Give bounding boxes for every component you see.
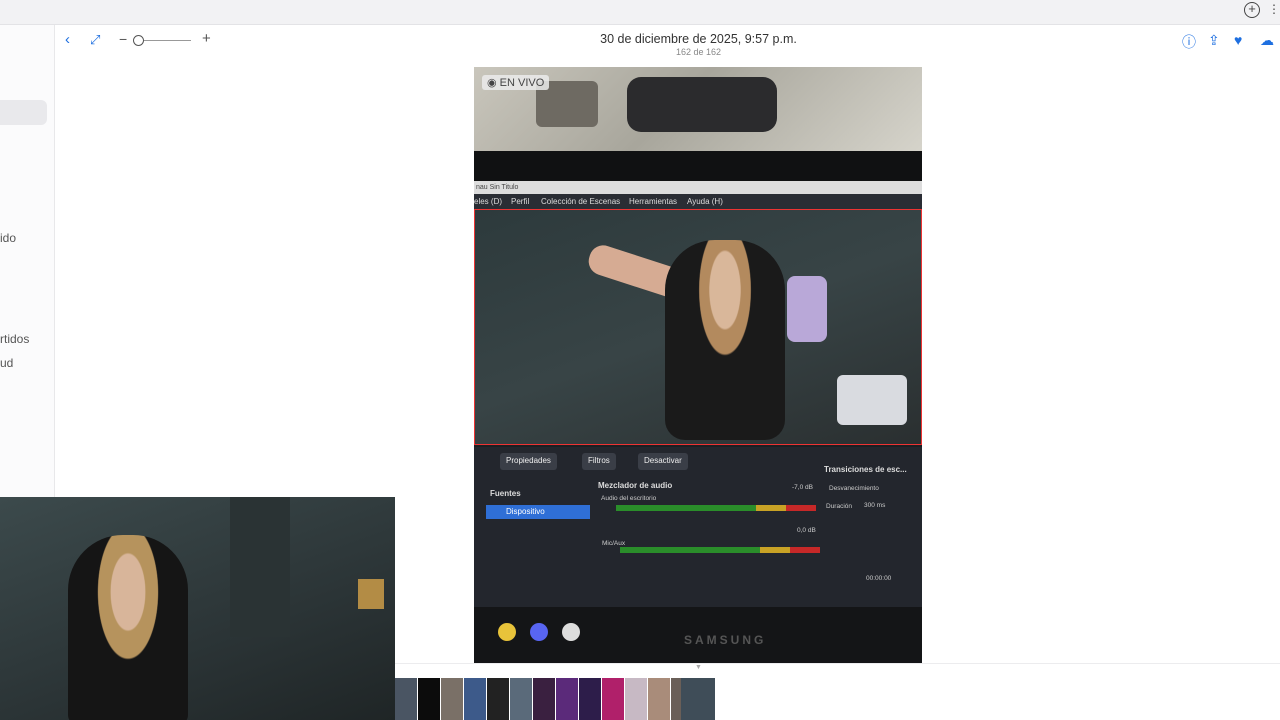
zoom-out-icon[interactable]: − <box>119 31 127 47</box>
zoom-in-icon[interactable]: + <box>202 30 211 47</box>
obs-mic-meter <box>620 547 820 553</box>
scene-cup <box>837 375 907 425</box>
obs-menu-item: eles (D) <box>474 197 503 206</box>
obs-desktop-audio-label: Audio del escritorio <box>601 495 657 502</box>
chrome-icon <box>498 623 516 641</box>
pip-wall-photo <box>358 579 384 609</box>
obs-desktop-meter <box>616 505 816 511</box>
live-badge[interactable]: ◉ EN VIVO <box>482 75 550 90</box>
obs-filters-button: Filtros <box>582 453 616 470</box>
obs-mic-db: 0,0 dB <box>797 527 816 534</box>
zoom-slider-knob[interactable] <box>133 35 144 46</box>
title-bar: + ⋮ <box>0 0 1280 25</box>
webcam-overlay <box>0 497 395 720</box>
info-icon[interactable]: ⓘ <box>1182 32 1196 52</box>
sidebar-item-label[interactable]: ud <box>0 356 13 370</box>
obs-menu-item: Herramientas <box>629 197 678 206</box>
more-icon[interactable]: ⋮ <box>1268 2 1280 16</box>
filmstrip-thumbnail[interactable] <box>625 678 647 720</box>
obs-menu-item: Perfil <box>511 197 530 206</box>
sidebar: ido rtidos ud <box>0 25 55 497</box>
back-icon[interactable]: ‹ <box>65 32 70 48</box>
obs-transitions-label: Transiciones de esc... <box>824 465 907 474</box>
filmstrip-thumbnail[interactable] <box>441 678 463 720</box>
obs-mic-label: Mic/Aux <box>602 540 626 547</box>
obs-transition-value: Desvanecimiento <box>829 485 879 492</box>
obs-controls-panel: Propiedades Filtros Desactivar Fuentes D… <box>474 447 922 607</box>
filmstrip-thumbnail[interactable] <box>533 678 555 720</box>
filmstrip-thumbnail[interactable] <box>418 678 440 720</box>
filmstrip-thumbnail[interactable] <box>648 678 670 720</box>
obs-menu-bar: eles (D) Perfil Colección de Escenas Her… <box>474 194 922 209</box>
sidebar-selected-item[interactable] <box>0 100 47 125</box>
photo-date-title: 30 de diciembre de 2025, 9:57 p.m. <box>600 32 797 46</box>
main-photo[interactable]: ◉ EN VIVO nau Sin Titulo eles (D) Perfil… <box>474 67 922 663</box>
sidebar-item-label[interactable]: rtidos <box>0 332 29 346</box>
filmstrip-thumbnail[interactable] <box>579 678 601 720</box>
obs-menu-item: Ayuda (H) <box>687 197 723 206</box>
obs-timecode: 00:00:00 <box>866 575 892 582</box>
webcam-right <box>627 77 777 132</box>
obs-source-item: Dispositivo <box>486 505 590 519</box>
filmstrip-thumbnail[interactable] <box>602 678 624 720</box>
filmstrip-marker-icon: ▼ <box>695 664 702 671</box>
add-icon[interactable]: + <box>1244 2 1260 18</box>
scene-phone <box>787 276 827 342</box>
obs-app-icon <box>562 623 580 641</box>
obs-deactivate-button: Desactivar <box>638 453 688 470</box>
obs-duration-value: 300 ms <box>864 502 886 509</box>
obs-menu-item: Colección de Escenas <box>541 197 621 206</box>
viewer-toolbar: ‹ ⤢ − + 30 de diciembre de 2025, 9:57 p.… <box>55 25 1280 65</box>
obs-desktop-db: -7,0 dB <box>792 484 813 491</box>
filmstrip-thumbnail[interactable] <box>464 678 486 720</box>
scene-person <box>665 240 785 440</box>
obs-sources-label: Fuentes <box>490 489 521 498</box>
sidebar-item-label[interactable]: ido <box>0 231 16 245</box>
monitor-bezel <box>474 151 922 181</box>
filmstrip-thumbnail[interactable] <box>510 678 532 720</box>
samsung-logo: SAMSUNG <box>684 633 767 647</box>
filmstrip-thumbnail[interactable] <box>395 678 417 720</box>
fullscreen-icon[interactable]: ⤢ <box>90 32 100 48</box>
live-badge-label: EN VIVO <box>499 77 545 89</box>
photo-counter: 162 de 162 <box>675 47 722 57</box>
cloud-download-icon[interactable]: ☁ <box>1260 32 1274 49</box>
photo-header: 30 de diciembre de 2025, 9:57 p.m. 162 d… <box>555 32 842 57</box>
obs-scene-preview <box>474 209 922 445</box>
favorite-icon[interactable]: ♥ <box>1234 32 1242 48</box>
filmstrip-thumbnail[interactable] <box>556 678 578 720</box>
filmstrip: ▼ <box>395 663 1280 720</box>
discord-icon <box>530 623 548 641</box>
share-icon[interactable]: ⇪ <box>1208 32 1220 49</box>
obs-duration-label: Duración <box>826 503 853 510</box>
pip-doorway <box>230 497 290 637</box>
filmstrip-thumbnail[interactable] <box>487 678 509 720</box>
obs-properties-button: Propiedades <box>500 453 557 470</box>
pip-person <box>68 535 188 720</box>
obs-mixer-label: Mezclador de audio <box>598 481 673 490</box>
filmstrip-thumbnail[interactable] <box>681 678 715 720</box>
